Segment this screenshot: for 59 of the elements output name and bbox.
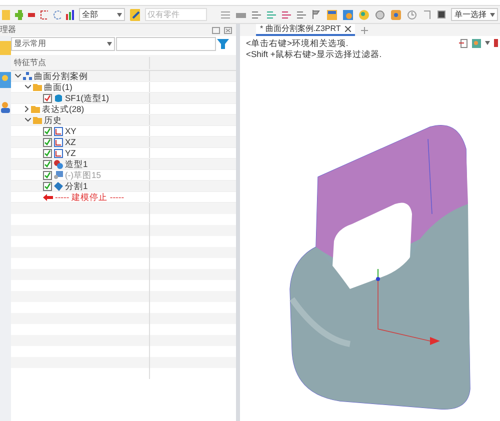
tree-item[interactable]: 表达式(28) — [42, 102, 84, 116]
panel-icon[interactable] — [327, 10, 338, 20]
tree-item[interactable]: YZ — [65, 146, 76, 160]
checkbox[interactable] — [43, 182, 52, 190]
caret-icon — [107, 42, 112, 46]
expand-icon[interactable] — [25, 106, 29, 112]
plus-icon[interactable] — [360, 27, 368, 34]
filter-dropdown[interactable]: 全部 — [78, 8, 126, 21]
flag-icon[interactable] — [312, 10, 322, 19]
select-icon[interactable] — [130, 8, 140, 20]
tree-item[interactable]: XY — [65, 124, 76, 138]
hint-text: <Shift +鼠标右键>显示选择过滤器. — [246, 49, 382, 60]
minus-icon[interactable] — [28, 12, 36, 16]
sketch-icon — [54, 170, 63, 180]
stop-marker[interactable]: ----- 建模停止 ----- — [55, 190, 124, 204]
align-icon[interactable] — [297, 10, 306, 19]
column-header: 特征节点 — [11, 56, 150, 68]
checkbox[interactable] — [43, 160, 52, 168]
collapse-icon[interactable] — [25, 85, 31, 89]
hint-text: <单击右键>环境相关选项. — [246, 38, 350, 49]
image-icon[interactable] — [343, 10, 354, 20]
plus-icon[interactable] — [14, 10, 23, 20]
restore-icon[interactable] — [212, 26, 220, 34]
caret-icon[interactable] — [485, 41, 490, 45]
frame-icon[interactable] — [40, 10, 48, 20]
list-icon[interactable] — [221, 10, 230, 19]
user-icon[interactable] — [0, 102, 11, 113]
collapse-icon[interactable] — [25, 118, 31, 122]
checkbox[interactable] — [43, 138, 52, 146]
tree-item[interactable]: XZ — [65, 136, 76, 148]
filter-icon[interactable] — [217, 39, 229, 49]
shape-icon — [54, 160, 63, 168]
panel-title: 理器 — [0, 24, 16, 36]
hierarchy-icon — [23, 72, 32, 80]
surface-icon — [54, 94, 63, 102]
color-bars-icon[interactable] — [66, 10, 74, 20]
bracket-icon[interactable] — [423, 10, 432, 20]
tree-item[interactable]: 曲面(1) — [44, 80, 72, 94]
collapse-icon[interactable] — [15, 74, 21, 78]
close-icon[interactable] — [344, 26, 351, 32]
display-dropdown[interactable]: 显示常用 — [11, 37, 115, 51]
square-icon[interactable] — [437, 10, 446, 19]
caret-icon — [117, 12, 122, 16]
align-icon[interactable] — [267, 10, 276, 19]
align-icon[interactable] — [252, 10, 262, 19]
tree-item[interactable]: 造型1 — [65, 158, 88, 170]
exit-icon[interactable] — [459, 38, 468, 48]
checkbox[interactable] — [43, 94, 52, 102]
arrow-icon — [43, 194, 53, 200]
tree-item[interactable]: 分割1 — [65, 180, 88, 192]
clock-icon[interactable] — [407, 10, 418, 20]
checkbox[interactable] — [43, 148, 52, 158]
mode-dropdown[interactable]: 单一选择 — [451, 8, 498, 21]
document-tab[interactable]: * 曲面分割案例.Z3PRT — [256, 24, 355, 36]
align-icon[interactable] — [282, 10, 292, 19]
caret-icon — [490, 12, 495, 16]
checkbox[interactable] — [43, 126, 52, 136]
tree-item[interactable]: 历史 — [44, 114, 62, 126]
search-field[interactable] — [116, 37, 216, 51]
